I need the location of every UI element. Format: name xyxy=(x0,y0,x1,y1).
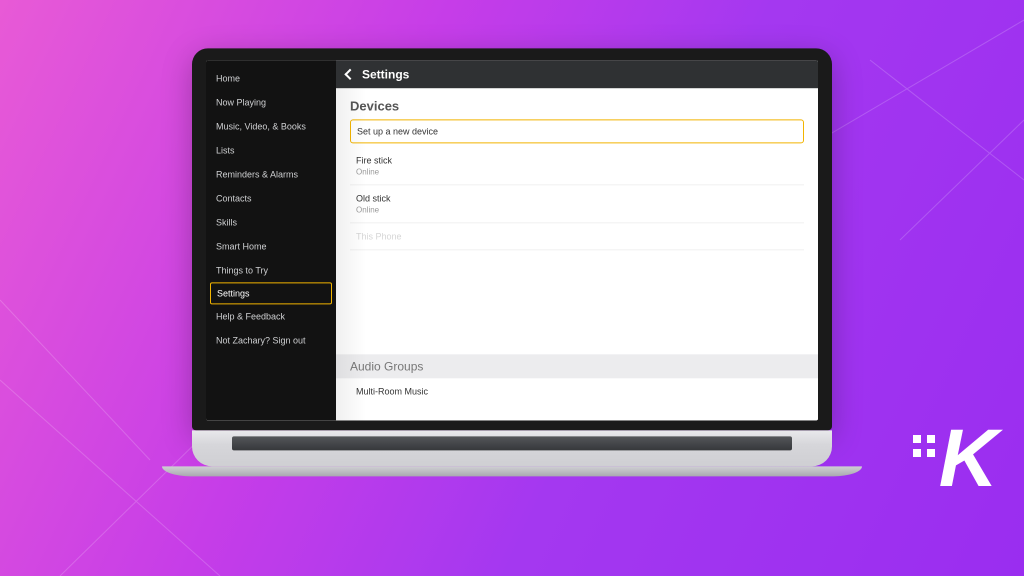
sidebar-item-sign-out[interactable]: Not Zachary? Sign out xyxy=(206,328,336,352)
device-row-fire-stick[interactable]: Fire stick Online xyxy=(350,147,804,185)
audio-group-label: Multi-Room Music xyxy=(356,386,798,396)
laptop-mockup: Home Now Playing Music, Video, & Books L… xyxy=(192,48,832,476)
device-name: Old stick xyxy=(356,193,798,203)
device-row-old-stick[interactable]: Old stick Online xyxy=(350,185,804,223)
sidebar-item-help-feedback[interactable]: Help & Feedback xyxy=(206,304,336,328)
device-row-this-phone[interactable]: This Phone xyxy=(350,223,804,250)
brand-dots-icon xyxy=(913,435,935,457)
device-status: Online xyxy=(356,167,798,176)
back-icon[interactable] xyxy=(344,69,355,80)
sidebar-item-smart-home[interactable]: Smart Home xyxy=(206,234,336,258)
device-name: Fire stick xyxy=(356,155,798,165)
sidebar-item-now-playing[interactable]: Now Playing xyxy=(206,90,336,114)
device-name: This Phone xyxy=(356,231,798,241)
app-screen: Home Now Playing Music, Video, & Books L… xyxy=(206,60,818,420)
sidebar-item-skills[interactable]: Skills xyxy=(206,210,336,234)
laptop-base xyxy=(162,466,862,476)
audio-group-multi-room[interactable]: Multi-Room Music xyxy=(350,378,804,404)
page-title: Settings xyxy=(362,67,409,81)
sidebar-item-lists[interactable]: Lists xyxy=(206,138,336,162)
sidebar-item-settings[interactable]: Settings xyxy=(210,282,332,304)
settings-panel: Devices Set up a new device Fire stick O… xyxy=(336,88,818,420)
laptop-bezel: Home Now Playing Music, Video, & Books L… xyxy=(192,48,832,430)
devices-heading: Devices xyxy=(350,98,804,113)
device-status: Online xyxy=(356,205,798,214)
main-panel: Settings Devices Set up a new device Fir… xyxy=(336,60,818,420)
setup-new-device-label: Set up a new device xyxy=(357,126,797,136)
sidebar-item-reminders-alarms[interactable]: Reminders & Alarms xyxy=(206,162,336,186)
sidebar-item-contacts[interactable]: Contacts xyxy=(206,186,336,210)
sidebar-item-music-video-books[interactable]: Music, Video, & Books xyxy=(206,114,336,138)
sidebar: Home Now Playing Music, Video, & Books L… xyxy=(206,60,336,420)
titlebar: Settings xyxy=(336,60,818,88)
setup-new-device[interactable]: Set up a new device xyxy=(350,119,804,143)
brand-k-logo: K xyxy=(913,412,994,506)
sidebar-item-home[interactable]: Home xyxy=(206,66,336,90)
laptop-keyboard-deck xyxy=(192,430,832,466)
promo-background: Home Now Playing Music, Video, & Books L… xyxy=(0,0,1024,576)
audio-groups-heading: Audio Groups xyxy=(336,354,818,378)
sidebar-item-things-to-try[interactable]: Things to Try xyxy=(206,258,336,282)
